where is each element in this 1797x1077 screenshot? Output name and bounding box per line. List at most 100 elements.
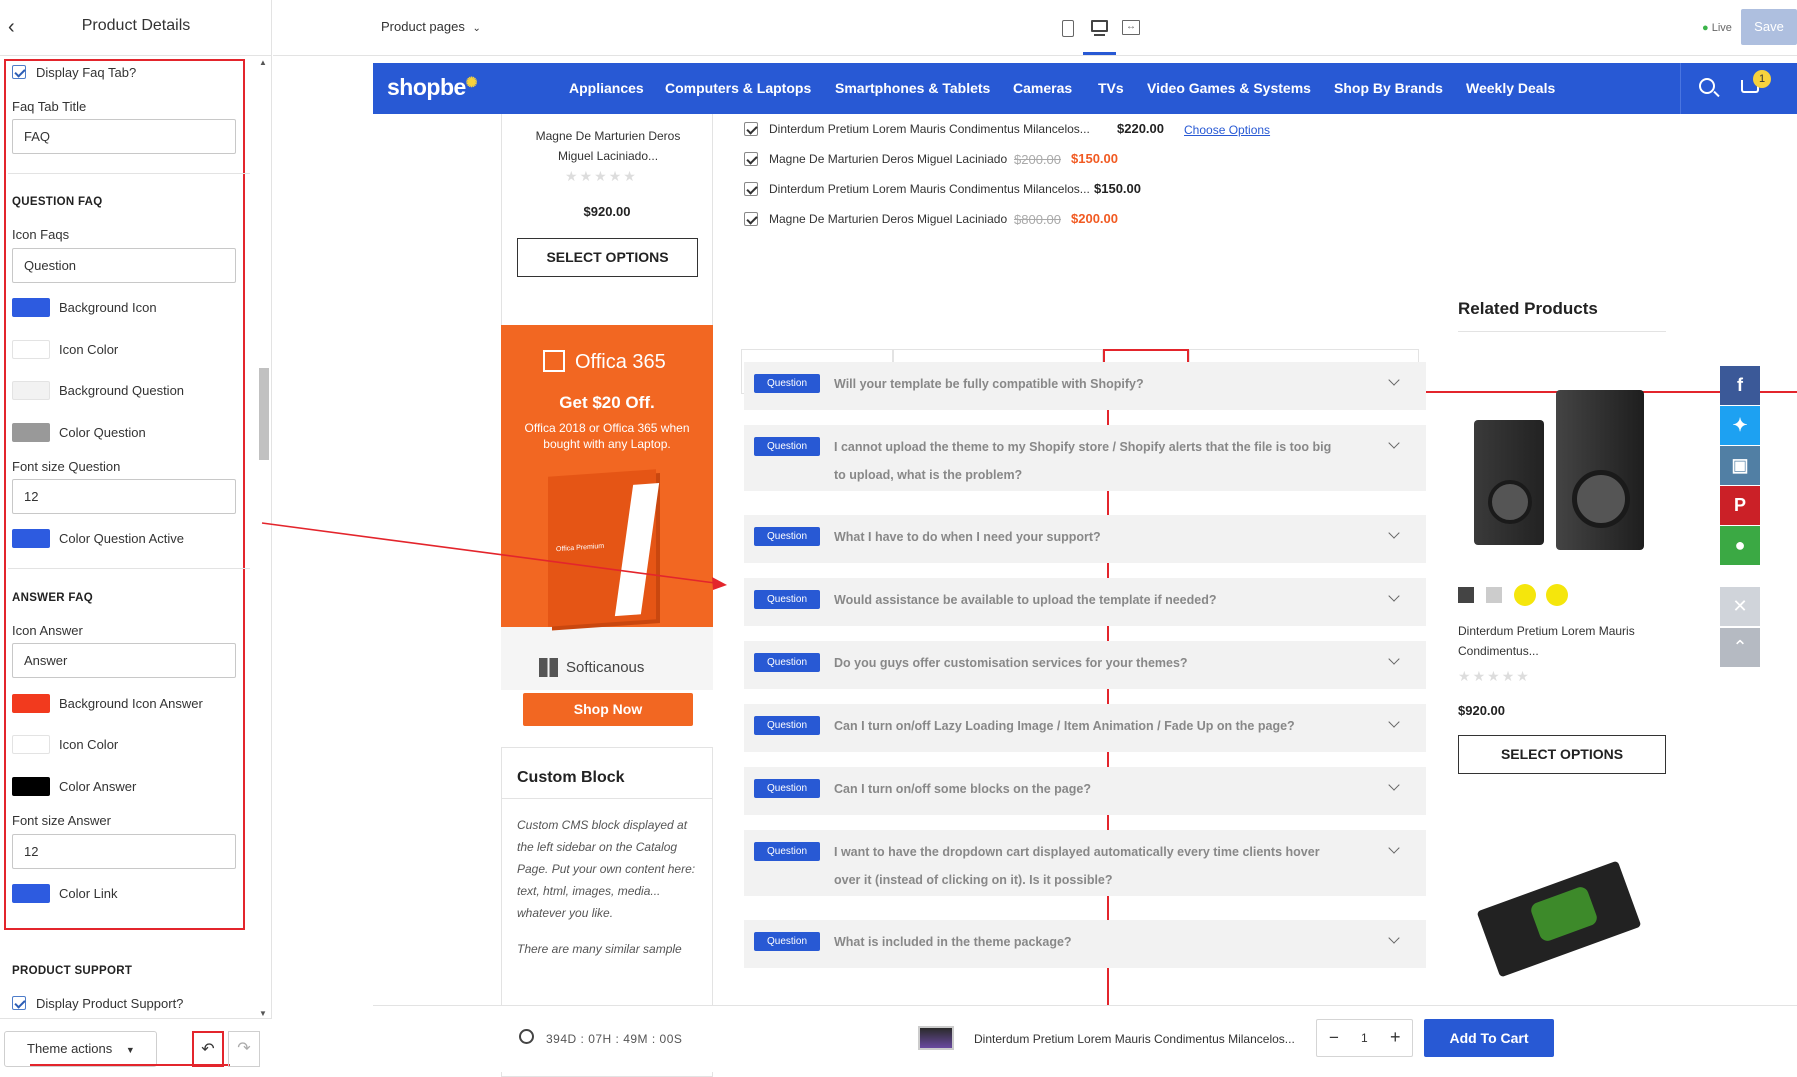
icon-color-swatch[interactable] <box>12 340 50 359</box>
icon-answer-input[interactable]: Answer <box>12 643 236 678</box>
chevron-down-icon[interactable] <box>1388 779 1400 791</box>
faq-question-text[interactable]: I want to have the dropdown cart display… <box>834 838 1344 894</box>
close-social-icon[interactable]: ✕ <box>1720 587 1760 626</box>
qty-value[interactable]: 1 <box>1361 1031 1368 1045</box>
scroll-up-icon[interactable]: ▲ <box>259 58 267 67</box>
faq-item[interactable]: Question I cannot upload the theme to my … <box>744 425 1426 491</box>
bg-question-swatch[interactable] <box>12 381 50 400</box>
faq-item[interactable]: Question I want to have the dropdown cart… <box>744 830 1426 896</box>
font-size-answer-input[interactable]: 12 <box>12 834 236 869</box>
faq-question-text[interactable]: I cannot upload the theme to my Shopify … <box>834 433 1344 489</box>
chevron-down-icon[interactable] <box>1388 716 1400 728</box>
scrollbar-thumb[interactable] <box>259 368 269 460</box>
nav-item-brands[interactable]: Shop By Brands <box>1334 80 1443 96</box>
graphics-card-image[interactable] <box>1474 860 1644 984</box>
faq-question-badge: Question <box>754 374 820 393</box>
panel-scrollbar[interactable]: ▲ ▼ <box>257 58 270 1018</box>
chevron-down-icon[interactable] <box>1388 842 1400 854</box>
faq-tab-title-input[interactable]: FAQ <box>12 119 236 154</box>
variant-thumb-speaker-icon[interactable] <box>1458 587 1474 603</box>
chevron-down-icon[interactable] <box>1388 590 1400 602</box>
qty-decrease-button[interactable]: − <box>1329 1028 1339 1048</box>
display-faq-label: Display Faq Tab? <box>36 65 137 80</box>
shop-now-button[interactable]: Shop Now <box>523 693 693 726</box>
scroll-down-icon[interactable]: ▼ <box>259 1009 267 1018</box>
faq-item[interactable]: Question Can I turn on/off some blocks on… <box>744 767 1426 815</box>
promo-brand: Offica 365 <box>575 351 666 373</box>
quantity-stepper[interactable]: − 1 + <box>1316 1019 1413 1057</box>
bundle-checkbox[interactable] <box>744 122 758 136</box>
chevron-down-icon[interactable] <box>1388 374 1400 386</box>
fullwidth-view-icon[interactable]: ↔ <box>1122 20 1140 35</box>
faq-item[interactable]: Question Would assistance be available to… <box>744 578 1426 626</box>
color-link-swatch[interactable] <box>12 884 50 903</box>
display-support-checkbox[interactable] <box>12 996 26 1010</box>
qty-increase-button[interactable]: + <box>1390 1027 1401 1048</box>
twitter-icon[interactable]: ✦ <box>1720 406 1760 445</box>
choose-options-link[interactable]: Choose Options <box>1184 123 1270 137</box>
desktop-view-icon[interactable] <box>1091 20 1108 32</box>
theme-actions-button[interactable]: Theme actions ▼ <box>4 1031 157 1067</box>
faq-question-text[interactable]: Would assistance be available to upload … <box>834 586 1344 614</box>
variant-yellow-swatch[interactable] <box>1514 584 1536 606</box>
chevron-down-icon[interactable] <box>1388 437 1400 449</box>
bundle-checkbox[interactable] <box>744 152 758 166</box>
faq-item[interactable]: Question What is included in the theme pa… <box>744 920 1426 968</box>
page-select[interactable]: Product pages ⌄ <box>381 19 481 34</box>
select-options-button[interactable]: SELECT OPTIONS <box>517 238 698 277</box>
faq-item[interactable]: Question What I have to do when I need yo… <box>744 515 1426 563</box>
icon-color-answer-swatch[interactable] <box>12 735 50 754</box>
variant-swatches[interactable] <box>1458 584 1568 606</box>
save-button[interactable]: Save <box>1741 9 1797 45</box>
faq-item[interactable]: Question Can I turn on/off Lazy Loading I… <box>744 704 1426 752</box>
add-to-cart-button[interactable]: Add To Cart <box>1424 1019 1554 1057</box>
chevron-down-icon[interactable] <box>1388 653 1400 665</box>
color-question-swatch[interactable] <box>12 423 50 442</box>
speakers-product-image[interactable] <box>1474 390 1644 560</box>
faq-item[interactable]: Question Will your template be fully comp… <box>744 362 1426 410</box>
related-select-options-button[interactable]: SELECT OPTIONS <box>1458 735 1666 774</box>
chevron-down-icon[interactable] <box>1388 527 1400 539</box>
nav-item-computers[interactable]: Computers & Laptops <box>665 80 811 96</box>
faq-question-text[interactable]: What I have to do when I need your suppo… <box>834 523 1344 551</box>
custom-block-divider <box>502 798 712 799</box>
nav-item-video-games[interactable]: Video Games & Systems <box>1147 80 1311 96</box>
pinterest-icon[interactable]: P <box>1720 486 1760 525</box>
font-size-question-input[interactable]: 12 <box>12 479 236 514</box>
icon-faqs-input[interactable]: Question <box>12 248 236 283</box>
bg-icon-answer-swatch[interactable] <box>12 694 50 713</box>
redo-button[interactable]: ↷ <box>228 1031 260 1067</box>
color-answer-swatch[interactable] <box>12 777 50 796</box>
chevron-down-icon[interactable] <box>1388 932 1400 944</box>
faq-question-text[interactable]: Can I turn on/off some blocks on the pag… <box>834 775 1344 803</box>
bundle-item-price: $220.00 <box>1117 121 1164 136</box>
nav-item-smartphones[interactable]: Smartphones & Tablets <box>835 80 990 96</box>
nav-item-cameras[interactable]: Cameras <box>1013 80 1072 96</box>
product-name[interactable]: Magne De Marturien Deros Miguel Laciniad… <box>523 126 693 166</box>
page-select-label: Product pages <box>381 19 465 34</box>
custom-block-text-2: There are many similar sample <box>517 942 682 956</box>
faq-question-text[interactable]: Will your template be fully compatible w… <box>834 370 1344 398</box>
faq-question-text[interactable]: Can I turn on/off Lazy Loading Image / I… <box>834 712 1344 740</box>
bundle-checkbox[interactable] <box>744 212 758 226</box>
bg-icon-swatch[interactable] <box>12 298 50 317</box>
instagram-icon[interactable]: ▣ <box>1720 446 1760 485</box>
store-logo[interactable]: shopbe✺ <box>387 74 478 101</box>
undo-button[interactable]: ↶ <box>192 1031 224 1067</box>
display-faq-checkbox[interactable] <box>12 65 26 79</box>
mobile-view-icon[interactable] <box>1062 20 1074 37</box>
facebook-icon[interactable]: f <box>1720 366 1760 405</box>
nav-item-tvs[interactable]: TVs <box>1098 80 1124 96</box>
nav-item-weekly-deals[interactable]: Weekly Deals <box>1466 80 1555 96</box>
variant-thumb-white-icon[interactable] <box>1486 587 1502 603</box>
color-question-active-swatch[interactable] <box>12 529 50 548</box>
bundle-checkbox[interactable] <box>744 182 758 196</box>
faq-item[interactable]: Question Do you guys offer customisation … <box>744 641 1426 689</box>
faq-question-text[interactable]: What is included in the theme package? <box>834 928 1344 956</box>
scroll-top-icon[interactable]: ⌃ <box>1720 628 1760 667</box>
snapchat-icon[interactable]: ● <box>1720 526 1760 565</box>
nav-item-appliances[interactable]: Appliances <box>569 80 644 96</box>
related-product-name[interactable]: Dinterdum Pretium Lorem Mauris Condiment… <box>1458 621 1648 661</box>
variant-yellow-swatch[interactable] <box>1546 584 1568 606</box>
faq-question-text[interactable]: Do you guys offer customisation services… <box>834 649 1344 677</box>
